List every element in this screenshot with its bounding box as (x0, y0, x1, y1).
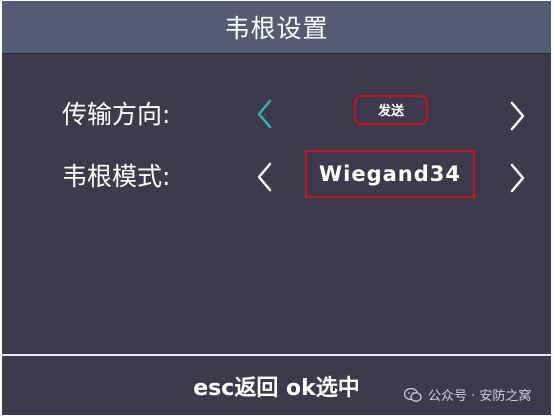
direction-prev-button[interactable] (254, 97, 276, 131)
wiegand-mode-label: 韦根模式: (62, 162, 171, 191)
chevron-left-icon (257, 99, 272, 129)
wechat-icon (404, 387, 422, 402)
footer-hint: esc返回 ok选中 (193, 375, 360, 401)
mode-value-field[interactable]: Wiegand34 (305, 150, 475, 198)
chevron-right-icon (510, 163, 525, 193)
watermark-text: 公众号 · 安防之窝 (428, 389, 532, 404)
chevron-right-icon (510, 101, 525, 131)
mode-value: Wiegand34 (318, 162, 461, 186)
direction-value-field[interactable]: 发送 (354, 95, 428, 125)
transmission-direction-label: 传输方向: (62, 100, 171, 129)
page-title: 韦根设置 (224, 14, 329, 43)
direction-value: 发送 (377, 104, 404, 119)
mode-prev-button[interactable] (254, 160, 276, 194)
direction-next-button[interactable] (506, 99, 528, 133)
chevron-left-icon (257, 162, 272, 192)
watermark: 公众号 · 安防之窝 (404, 385, 531, 404)
wiegand-settings-screen: 韦根设置 传输方向: 发送 韦根模式: Wiegand34 esc返回 ok选中 (2, 1, 551, 415)
mode-next-button[interactable] (506, 161, 528, 195)
header-bar: 韦根设置 (2, 1, 551, 54)
